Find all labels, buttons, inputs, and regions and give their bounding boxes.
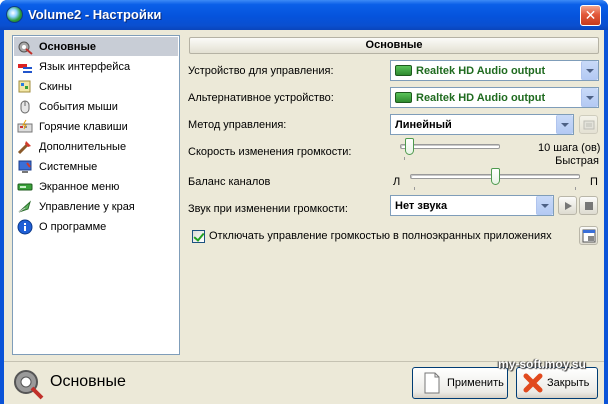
sidebar-item-about[interactable]: О программе <box>14 217 178 236</box>
title-bar[interactable]: Volume2 - Настройки ✕ <box>0 0 608 30</box>
sound-select[interactable]: Нет звука <box>390 195 554 216</box>
balance-slider-thumb[interactable] <box>490 168 500 185</box>
method-select[interactable]: Линейный <box>390 114 574 135</box>
sidebar-item-system[interactable]: Системные <box>14 157 178 176</box>
watermark-text: my-soft.moy.su <box>498 357 586 371</box>
settings-icon <box>583 120 594 129</box>
info-icon <box>17 219 33 235</box>
audio-device-icon <box>395 92 412 103</box>
close-button-label: Закрыть <box>547 377 590 389</box>
balance-label: Баланс каналов <box>188 176 271 188</box>
speed-description: Быстрая <box>555 155 599 167</box>
stop-icon <box>584 201 593 210</box>
mouse-icon <box>17 99 33 115</box>
alt-device-label: Альтернативное устройство: <box>188 92 334 104</box>
chevron-down-icon[interactable] <box>556 115 573 134</box>
document-icon <box>423 372 441 394</box>
balance-right-label: П <box>590 176 598 188</box>
fullscreen-checkbox[interactable] <box>192 230 205 243</box>
sidebar-item-advanced[interactable]: Дополнительные <box>14 137 178 156</box>
play-icon <box>564 201 572 210</box>
slider-tick <box>404 157 405 160</box>
method-label: Метод управления: <box>188 119 287 131</box>
footer-section-title: Основные <box>50 373 126 390</box>
method-settings-button[interactable] <box>579 115 598 134</box>
sidebar-item-general[interactable]: Основные <box>14 37 178 56</box>
sidebar-item-label: Дополнительные <box>39 140 127 153</box>
speed-slider[interactable] <box>398 138 503 162</box>
close-button[interactable]: Закрыть <box>516 367 598 399</box>
section-title: Основные <box>189 37 599 54</box>
speed-value-text: 10 шага (ов) <box>538 142 601 154</box>
window-list-icon <box>582 229 595 242</box>
edge-control-icon <box>17 199 33 215</box>
alt-device-select[interactable]: Realtek HD Audio output <box>390 87 599 108</box>
close-icon <box>523 372 543 394</box>
sidebar-item-hotkeys[interactable]: Горячие клавиши <box>14 117 178 136</box>
device-label: Устройство для управления: <box>188 65 334 77</box>
speed-slider-track <box>400 144 500 149</box>
dialog-client-area: Основные Язык интерфейса Скины События м… <box>4 30 604 404</box>
settings-nav-list: Основные Язык интерфейса Скины События м… <box>12 35 180 355</box>
sidebar-item-language[interactable]: Язык интерфейса <box>14 57 178 76</box>
sidebar-item-skins[interactable]: Скины <box>14 77 178 96</box>
footer-section-icon <box>12 368 44 400</box>
sidebar-item-label: События мыши <box>39 100 118 113</box>
chevron-down-icon[interactable] <box>581 88 598 107</box>
sidebar-item-osd[interactable]: Экранное меню <box>14 177 178 196</box>
apply-button[interactable]: Применить <box>412 367 508 399</box>
hotkeys-icon <box>17 119 33 135</box>
volume-app-icon <box>6 6 23 23</box>
sidebar-item-label: Основные <box>39 40 96 53</box>
sidebar-item-mouse-events[interactable]: События мыши <box>14 97 178 116</box>
chevron-down-icon[interactable] <box>581 61 598 80</box>
speed-slider-thumb[interactable] <box>404 138 414 155</box>
fullscreen-label: Отключать управление громкостью в полноэ… <box>209 230 552 242</box>
system-icon <box>17 159 33 175</box>
osd-icon <box>17 179 33 195</box>
method-select-value: Линейный <box>395 118 452 131</box>
fullscreen-apps-button[interactable] <box>579 226 598 245</box>
alt-device-select-value: Realtek HD Audio output <box>416 91 546 104</box>
sound-select-value: Нет звука <box>395 199 448 212</box>
slider-tick <box>575 187 576 190</box>
sidebar-item-label: Системные <box>39 160 98 173</box>
sidebar-item-label: Язык интерфейса <box>39 60 131 73</box>
balance-left-label: Л <box>393 176 401 188</box>
sidebar-item-edge-control[interactable]: Управление у края <box>14 197 178 216</box>
sidebar-item-label: Скины <box>39 80 72 93</box>
sidebar-item-label: Экранное меню <box>39 180 120 193</box>
sidebar-item-label: О программе <box>39 220 107 233</box>
general-settings-icon <box>17 39 33 55</box>
play-sound-button[interactable] <box>558 196 577 215</box>
slider-tick <box>414 187 415 190</box>
apply-button-label: Применить <box>447 377 504 389</box>
sidebar-item-label: Управление у края <box>39 200 135 213</box>
device-select-value: Realtek HD Audio output <box>416 64 546 77</box>
skins-icon <box>17 79 33 95</box>
sound-label: Звук при изменении громкости: <box>188 203 348 215</box>
speed-label: Скорость изменения громкости: <box>188 146 352 158</box>
stop-sound-button[interactable] <box>579 196 598 215</box>
device-select[interactable]: Realtek HD Audio output <box>390 60 599 81</box>
balance-slider[interactable] <box>408 168 583 192</box>
chevron-down-icon[interactable] <box>536 196 553 215</box>
window-title: Volume2 - Настройки <box>28 7 162 22</box>
tools-icon <box>17 139 33 155</box>
settings-panel: Основные Устройство для управления: Real… <box>188 35 600 355</box>
sidebar-item-label: Горячие клавиши <box>39 120 128 133</box>
audio-device-icon <box>395 65 412 76</box>
app-window: Volume2 - Настройки ✕ Основные Язык инте… <box>0 0 608 404</box>
language-icon <box>17 59 33 75</box>
window-close-button[interactable]: ✕ <box>580 5 601 26</box>
